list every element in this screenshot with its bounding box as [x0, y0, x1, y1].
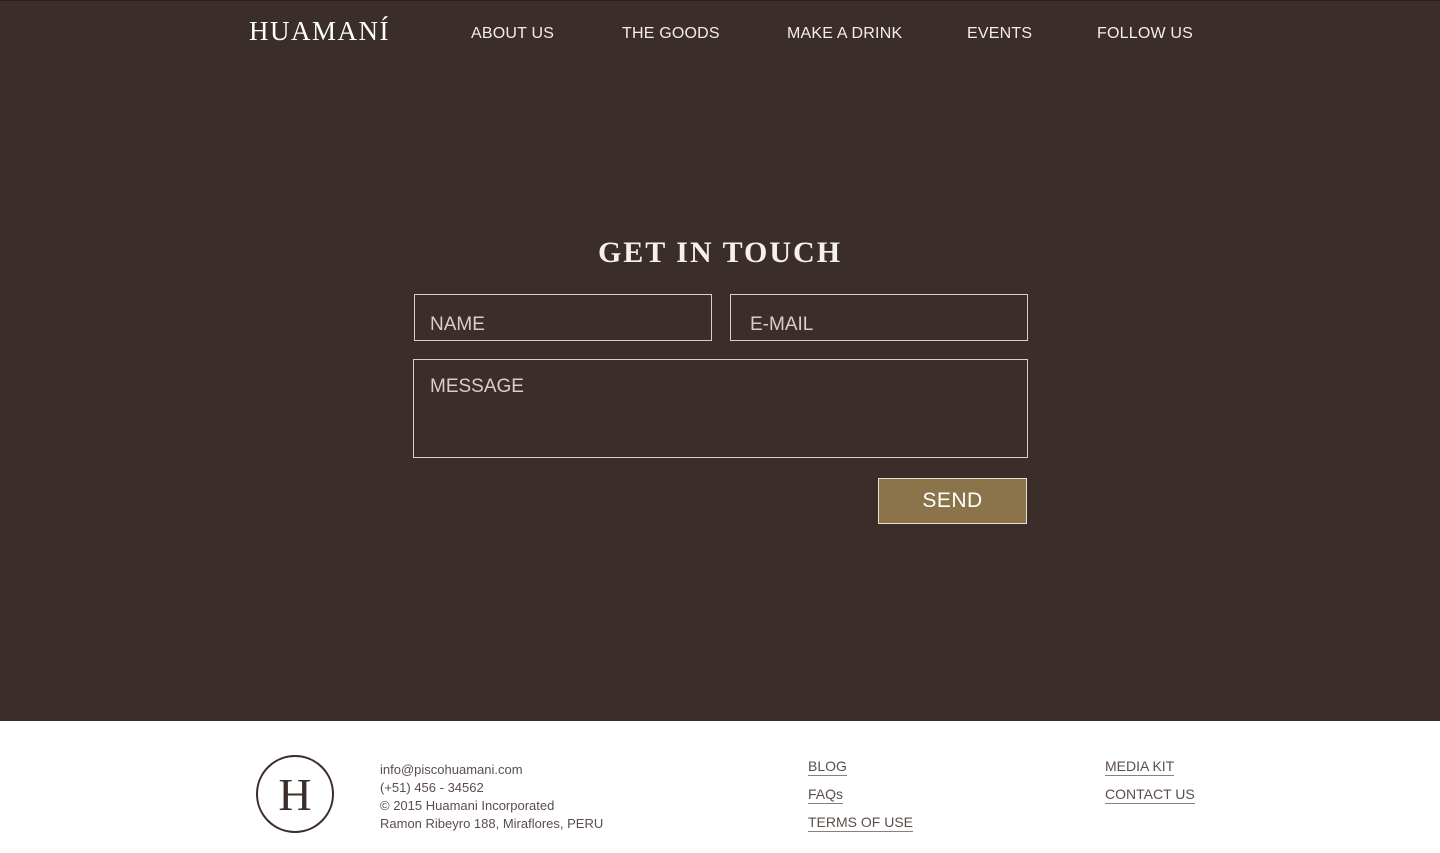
- send-button[interactable]: SEND: [878, 478, 1027, 524]
- contact-info: info@piscohuamani.com (+51) 456 - 34562 …: [380, 761, 603, 833]
- footer: H info@piscohuamani.com (+51) 456 - 3456…: [0, 721, 1440, 853]
- emblem-letter: H: [278, 769, 312, 820]
- contact-email: info@piscohuamani.com: [380, 762, 523, 777]
- contact-phone: (+51) 456 - 34562: [380, 780, 484, 795]
- footer-link-terms-of-use[interactable]: TERMS OF USE: [808, 814, 914, 832]
- footer-link-blog[interactable]: BLOG: [808, 758, 847, 776]
- brand-emblem-icon: H: [256, 755, 334, 833]
- nav-item-follow-us[interactable]: FOLLOW US: [1097, 25, 1193, 43]
- message-field[interactable]: [413, 359, 1028, 458]
- page-title: GET IN TOUCH: [597, 236, 843, 269]
- nav-item-make-a-drink[interactable]: MAKE A DRINK: [787, 25, 902, 43]
- top-nav: ABOUT US THE GOODS MAKE A DRINK EVENTS F…: [0, 25, 1440, 45]
- contact-address: Ramon Ribeyro 188, Miraflores, PERU: [380, 816, 604, 831]
- name-field[interactable]: [414, 294, 712, 341]
- nav-item-the-goods[interactable]: THE GOODS: [622, 25, 720, 43]
- footer-link-contact-us[interactable]: CONTACT US: [1105, 786, 1195, 804]
- email-field[interactable]: [730, 294, 1028, 341]
- footer-link-media-kit[interactable]: MEDIA KIT: [1105, 758, 1175, 776]
- main-section: HUAMANÍ ABOUT US THE GOODS MAKE A DRINK …: [0, 0, 1440, 721]
- nav-item-about-us[interactable]: ABOUT US: [471, 25, 554, 43]
- footer-link-faqs[interactable]: FAQs: [808, 786, 844, 804]
- copyright: © 2015 Huamani Incorporated: [380, 798, 555, 813]
- nav-item-events[interactable]: EVENTS: [967, 25, 1032, 43]
